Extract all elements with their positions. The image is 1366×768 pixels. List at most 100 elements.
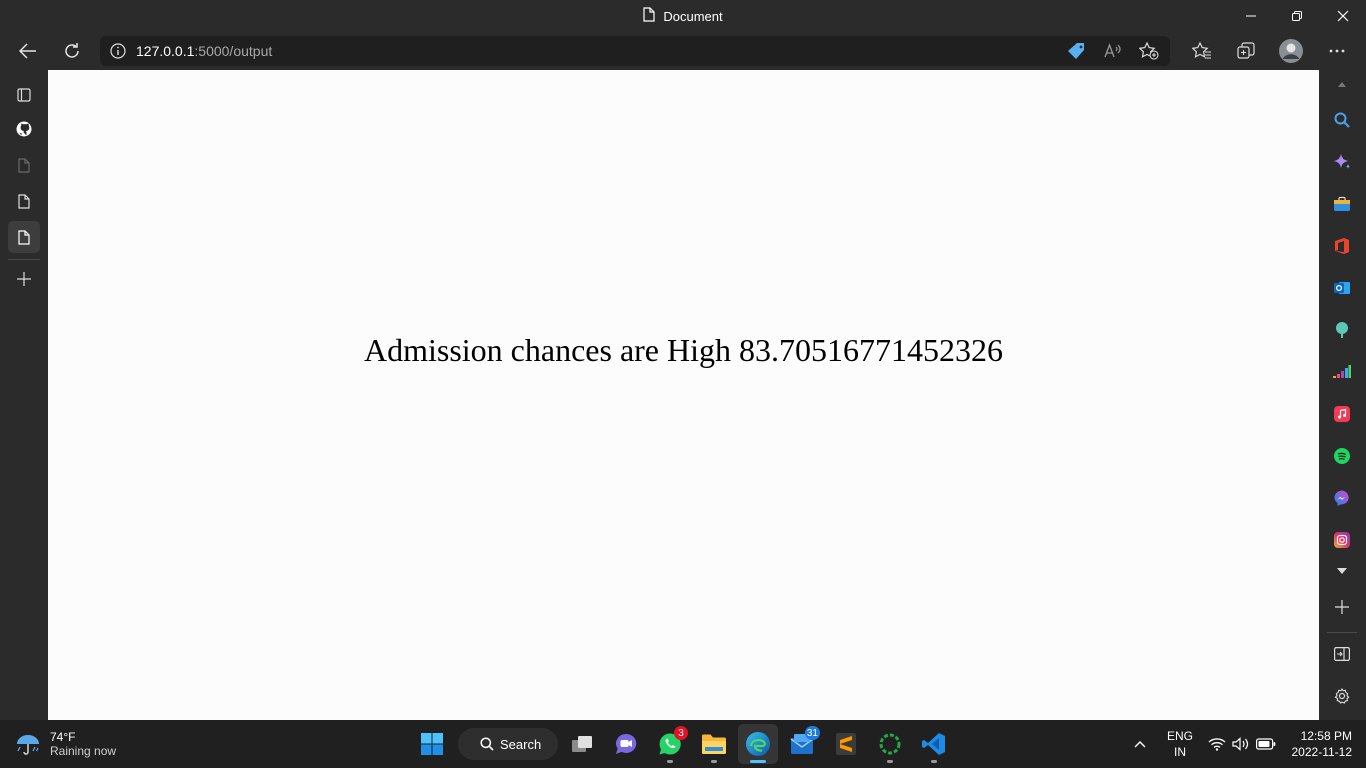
file-explorer-button[interactable] <box>694 724 734 764</box>
sidebar-deezer[interactable] <box>1327 357 1357 387</box>
add-favorite-button[interactable] <box>1132 36 1166 66</box>
windows-logo-icon <box>421 733 443 755</box>
sublime-text-button[interactable] <box>826 724 866 764</box>
sidebar-spotify[interactable] <box>1327 441 1357 471</box>
tab-github[interactable] <box>8 113 40 145</box>
document-icon <box>643 7 655 25</box>
tab-document-active[interactable] <box>8 221 40 253</box>
tray-overflow-button[interactable] <box>1122 724 1158 764</box>
sidebar-outlook[interactable] <box>1327 273 1357 303</box>
chevron-down-icon <box>1337 568 1347 574</box>
refresh-button[interactable] <box>55 34 89 68</box>
document-icon <box>18 193 30 209</box>
task-view-button[interactable] <box>562 724 602 764</box>
weather-description: Raining now <box>50 744 117 758</box>
tab-document-1[interactable] <box>8 149 40 181</box>
read-aloud-button[interactable] <box>1096 36 1130 66</box>
task-view-icon <box>572 736 592 752</box>
sidebar-shopping[interactable] <box>1327 189 1357 219</box>
url-host: 127.0.0.1 <box>136 43 195 59</box>
more-button[interactable] <box>1320 34 1354 68</box>
search-label: Search <box>500 736 542 752</box>
outlook-icon <box>1334 282 1350 294</box>
folder-icon <box>702 734 726 754</box>
vscode-button[interactable] <box>914 724 954 764</box>
browser-toolbar: 127.0.0.1:5000/output <box>0 32 1366 70</box>
site-info-button[interactable] <box>100 36 136 66</box>
collections-button[interactable] <box>1229 34 1263 68</box>
url-text[interactable]: 127.0.0.1:5000/output <box>136 43 272 59</box>
profile-button[interactable] <box>1274 34 1308 68</box>
restore-button[interactable] <box>1274 0 1320 32</box>
running-indicator <box>667 760 673 763</box>
sidebar-copilot[interactable] <box>1327 147 1357 177</box>
instagram-icon <box>1334 532 1350 548</box>
caret-up-icon <box>1338 81 1346 87</box>
teams-chat-button[interactable] <box>606 724 646 764</box>
clock[interactable]: 12:58 PM 2022-11-12 <box>1284 728 1353 760</box>
more-icon <box>1329 49 1345 53</box>
running-indicator <box>711 760 717 763</box>
sidebar-divider <box>1327 632 1357 633</box>
sidebar-messenger[interactable] <box>1327 483 1357 513</box>
sidebar-settings[interactable] <box>1327 681 1357 711</box>
sidebar-instagram[interactable] <box>1327 525 1357 555</box>
tab-actions-button[interactable] <box>8 79 40 111</box>
loading-app-button[interactable] <box>870 724 910 764</box>
spinner-icon <box>879 733 901 755</box>
sidebar-scroll-up[interactable] <box>1327 70 1357 98</box>
favorites-icon <box>1192 42 1211 59</box>
plus-icon <box>1335 600 1349 614</box>
tree-icon <box>1336 322 1348 338</box>
edge-browser-button[interactable] <box>738 724 778 764</box>
site-info-icon <box>110 43 126 59</box>
clock-date: 2022-11-12 <box>1291 745 1353 759</box>
windows-taskbar: 74°F Raining now Search 3 31 ENG IN 12:5… <box>0 720 1366 768</box>
whatsapp-badge: 3 <box>674 726 688 740</box>
back-arrow-icon <box>19 43 36 59</box>
taskbar-search[interactable]: Search <box>458 728 558 760</box>
sidebar-more-apps[interactable] <box>1327 556 1357 586</box>
settings-icon <box>1334 688 1350 704</box>
chevron-up-icon <box>1134 741 1146 748</box>
chat-icon <box>616 733 637 754</box>
sidebar-office[interactable] <box>1327 231 1357 261</box>
messenger-icon <box>1334 490 1349 506</box>
running-indicator <box>931 760 937 763</box>
close-button[interactable] <box>1320 0 1366 32</box>
tab-actions-icon <box>17 88 31 102</box>
search-icon <box>480 737 494 751</box>
running-indicator <box>887 760 893 763</box>
mail-button[interactable]: 31 <box>782 724 822 764</box>
office-icon <box>1335 238 1349 254</box>
minimize-button[interactable] <box>1228 0 1274 32</box>
sidebar-apple-music[interactable] <box>1327 399 1357 429</box>
sidebar-split-screen[interactable] <box>1327 639 1357 669</box>
favorites-button[interactable] <box>1185 34 1219 68</box>
profile-avatar <box>1279 39 1303 63</box>
active-indicator <box>750 760 766 763</box>
search-icon <box>1334 112 1350 128</box>
sidebar-search[interactable] <box>1327 105 1357 135</box>
start-button[interactable] <box>412 724 452 764</box>
umbrella-rain-icon <box>17 735 39 755</box>
language-indicator[interactable]: ENG IN <box>1164 728 1196 760</box>
weather-widget[interactable]: 74°F Raining now <box>14 726 116 762</box>
sidebar-tree[interactable] <box>1327 315 1357 345</box>
language-code: ENG <box>1166 729 1193 743</box>
address-bar[interactable]: 127.0.0.1:5000/output <box>100 36 1170 66</box>
window-title: Document <box>0 0 1366 32</box>
url-path: :5000/output <box>194 43 273 59</box>
whatsapp-button[interactable]: 3 <box>650 724 690 764</box>
copilot-icon <box>1334 154 1350 169</box>
system-tray-icons[interactable] <box>1208 720 1276 768</box>
language-region: IN <box>1174 745 1186 759</box>
mail-badge: 31 <box>804 726 820 740</box>
back-button[interactable] <box>11 34 45 68</box>
coupon-button[interactable] <box>1060 36 1094 66</box>
new-tab-button[interactable] <box>8 263 40 295</box>
close-icon <box>1337 10 1349 22</box>
document-icon <box>18 229 30 245</box>
sidebar-add-app[interactable] <box>1327 592 1357 622</box>
tab-document-2[interactable] <box>8 185 40 217</box>
